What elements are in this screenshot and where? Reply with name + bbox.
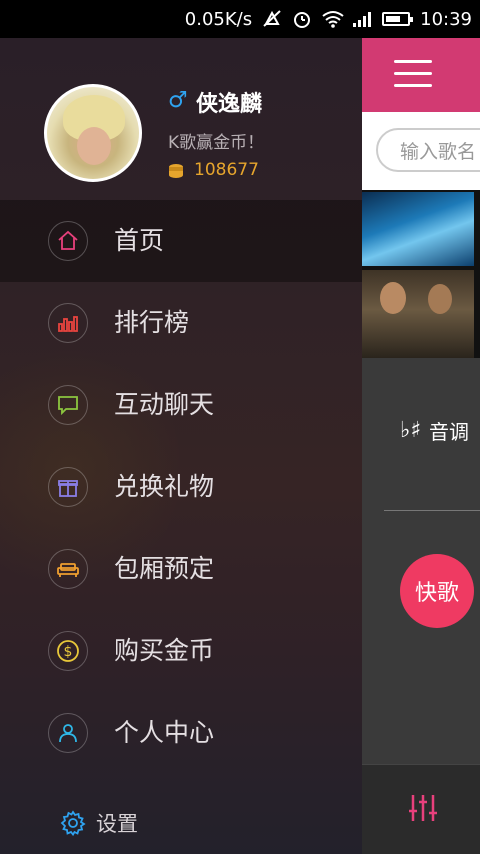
menu-label: 包厢预定	[114, 554, 215, 583]
bottom-bar	[362, 764, 480, 854]
banner-image-singers[interactable]	[362, 270, 474, 358]
menu-item-booking[interactable]: 包厢预定	[0, 528, 362, 610]
search-input[interactable]: 输入歌名	[376, 128, 480, 172]
menu-icon[interactable]	[394, 58, 432, 90]
mute-icon	[262, 10, 282, 28]
svg-text:$: $	[64, 644, 73, 660]
divider	[384, 510, 480, 511]
menu-item-chat[interactable]: 互动聊天	[0, 364, 362, 446]
clock: 10:39	[420, 8, 472, 30]
username: 侠逸麟	[196, 92, 263, 117]
settings-button[interactable]: 设置	[60, 808, 138, 838]
battery-icon	[382, 12, 414, 26]
tagline: K歌赢金币！	[168, 133, 265, 153]
dollar-coin-icon: $	[48, 631, 88, 671]
bar-chart-icon	[48, 303, 88, 343]
male-icon: ♂	[168, 88, 188, 113]
coins-icon	[169, 164, 183, 178]
profile-header[interactable]: ♂ 侠逸麟 K歌赢金币！ 108677	[0, 38, 362, 200]
gift-icon	[48, 467, 88, 507]
gear-icon	[60, 810, 86, 836]
banner-carousel[interactable]	[362, 190, 480, 358]
menu-label: 排行榜	[114, 308, 190, 337]
quick-song-button[interactable]: 快歌	[400, 554, 474, 628]
menu-label: 兑换礼物	[114, 472, 215, 501]
menu-item-ranking[interactable]: 排行榜	[0, 282, 362, 364]
menu-label: 个人中心	[114, 718, 215, 747]
flat-sharp-icon: ♭♯	[400, 417, 422, 443]
navigation-drawer: ♂ 侠逸麟 K歌赢金币！ 108677 首页 排行榜 互动聊天 兑换礼物 包厢预…	[0, 38, 362, 854]
equalizer-icon[interactable]	[408, 793, 438, 823]
alarm-icon	[292, 10, 312, 28]
menu-label: 首页	[114, 226, 165, 255]
status-bar: 0.05K/s 10:39	[0, 0, 480, 38]
banner-image-frozen[interactable]	[362, 192, 474, 266]
coin-balance: 108677	[194, 160, 259, 180]
menu-item-profile[interactable]: 个人中心	[0, 692, 362, 774]
network-speed: 0.05K/s	[184, 8, 253, 30]
settings-label: 设置	[96, 812, 138, 836]
tone-control[interactable]: ♭♯ 音调	[362, 408, 480, 452]
wifi-icon	[322, 10, 344, 28]
drawer-menu: 首页 排行榜 互动聊天 兑换礼物 包厢预定 $ 购买金币 个人中心	[0, 200, 362, 774]
tone-label: 音调	[429, 419, 470, 444]
sofa-icon	[48, 549, 88, 589]
chat-icon	[48, 385, 88, 425]
menu-item-buy-coins[interactable]: $ 购买金币	[0, 610, 362, 692]
menu-label: 购买金币	[114, 636, 215, 665]
menu-item-home[interactable]: 首页	[0, 200, 362, 282]
menu-label: 互动聊天	[114, 390, 215, 419]
menu-item-gifts[interactable]: 兑换礼物	[0, 446, 362, 528]
home-icon	[48, 221, 88, 261]
avatar[interactable]	[44, 84, 142, 182]
user-icon	[48, 713, 88, 753]
signal-icon	[352, 10, 372, 28]
